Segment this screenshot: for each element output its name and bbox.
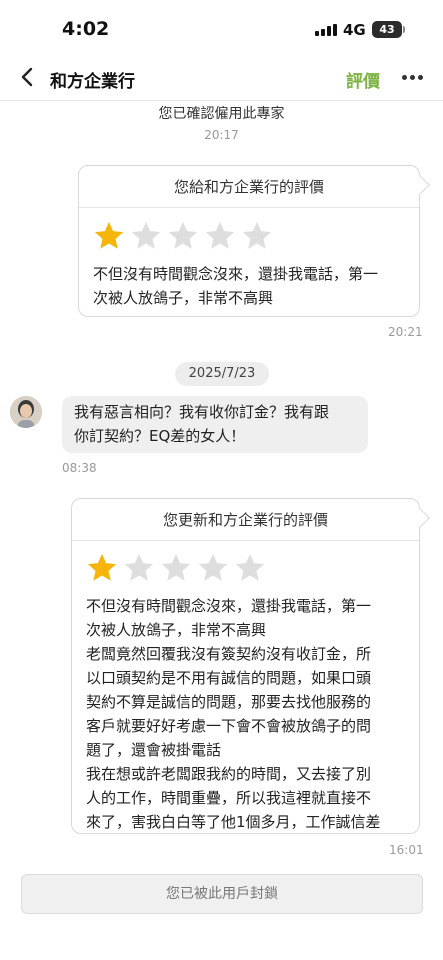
blocked-notice: 您已被此用戶封鎖 bbox=[21, 874, 423, 914]
review-1-rating bbox=[91, 219, 276, 253]
page-title: 和方企業行 bbox=[50, 72, 135, 92]
star-icon bbox=[235, 553, 265, 581]
rate-button[interactable]: 評價 bbox=[346, 67, 380, 92]
star-icon bbox=[94, 221, 124, 249]
back-icon[interactable] bbox=[16, 65, 40, 89]
star-icon bbox=[131, 221, 161, 249]
star-icon bbox=[242, 221, 272, 249]
review-1-text: 不但沒有時間觀念沒來，還掛我電話，第一 次被人放鴿子，非常不高興 bbox=[93, 265, 379, 307]
review-card-2: 您更新和方企業行的評價 不但沒有時間觀念沒來，還掛我電話，第一 次被人放鴿子，非… bbox=[71, 498, 430, 834]
review-1-time: 20:21 bbox=[388, 325, 423, 339]
avatar[interactable] bbox=[10, 396, 42, 428]
review-2-text: 不但沒有時間觀念沒來，還掛我電話，第一 次被人放鴿子，非常不高興 老闆竟然回覆我… bbox=[86, 597, 381, 831]
star-icon bbox=[168, 221, 198, 249]
review-2-header: 您更新和方企業行的評價 bbox=[72, 499, 419, 541]
review-2-time: 16:01 bbox=[389, 843, 424, 857]
incoming-message-bubble: 我有惡言相向？我有收你訂金？我有跟 你訂契約？EQ差的女人！ bbox=[62, 396, 368, 453]
review-card-1: 您給和方企業行的評價 不但沒有時間觀念沒來，還掛我電話，第一 次被人放鴿子，非常… bbox=[78, 165, 430, 317]
star-icon bbox=[87, 553, 117, 581]
status-bar: 4:02 4G 43 bbox=[0, 0, 443, 56]
signal-icon bbox=[315, 24, 337, 36]
network-label: 4G bbox=[343, 21, 366, 39]
more-icon[interactable] bbox=[402, 75, 424, 81]
status-time: 4:02 bbox=[62, 18, 110, 40]
review-1-header: 您給和方企業行的評價 bbox=[79, 166, 419, 208]
star-icon bbox=[161, 553, 191, 581]
hire-time: 20:17 bbox=[204, 128, 239, 142]
incoming-time: 08:38 bbox=[62, 461, 97, 475]
avatar-image bbox=[10, 396, 42, 428]
battery-icon: 43 bbox=[372, 21, 402, 38]
battery-tip bbox=[403, 26, 405, 33]
nav-bar: 和方企業行 評價 bbox=[0, 56, 443, 101]
hire-confirm-text: 您已確認僱用此專家 bbox=[158, 106, 285, 122]
review-2-rating bbox=[84, 551, 269, 585]
date-divider: 2025/7/23 bbox=[175, 362, 269, 386]
star-icon bbox=[198, 553, 228, 581]
star-icon bbox=[124, 553, 154, 581]
star-icon bbox=[205, 221, 235, 249]
